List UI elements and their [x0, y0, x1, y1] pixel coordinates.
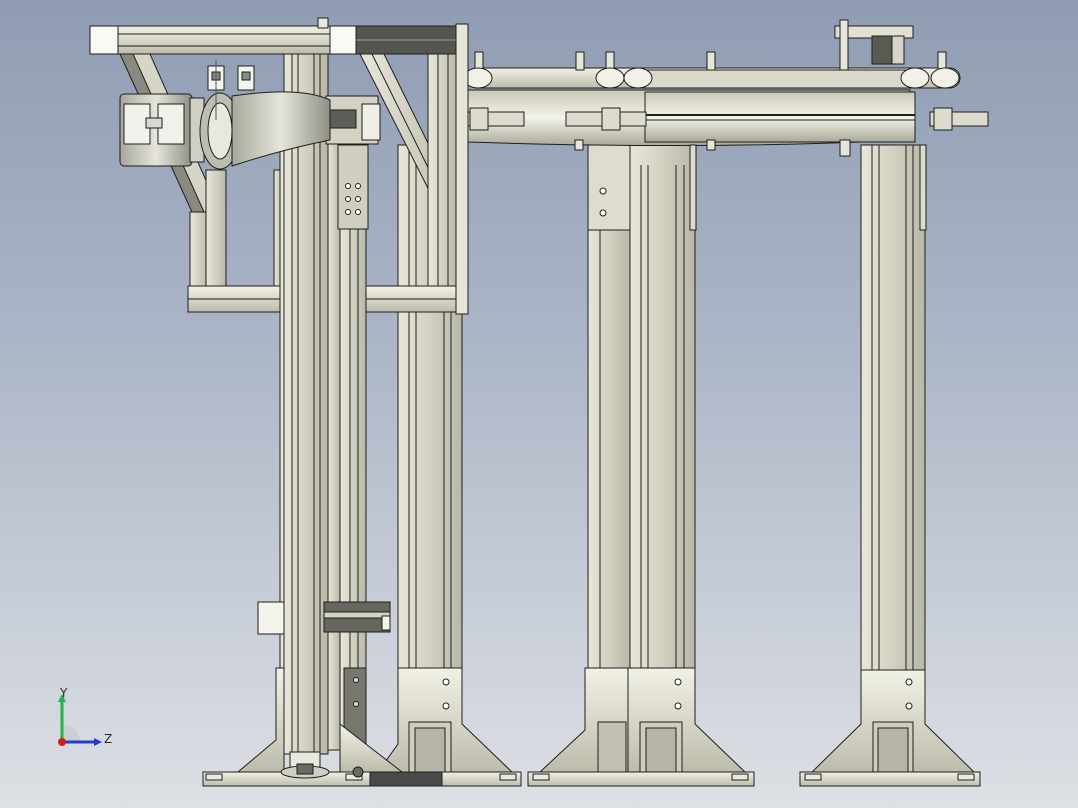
support-column-right — [810, 144, 976, 773]
orientation-triad: Y Z — [52, 686, 122, 756]
support-column-middle — [538, 144, 747, 773]
conveyor-assembly-model[interactable] — [0, 0, 1078, 808]
triad-y-label: Y — [60, 686, 68, 700]
cad-graphics-viewport[interactable]: Y Z — [0, 0, 1078, 808]
triad-z-label: Z — [104, 732, 113, 746]
